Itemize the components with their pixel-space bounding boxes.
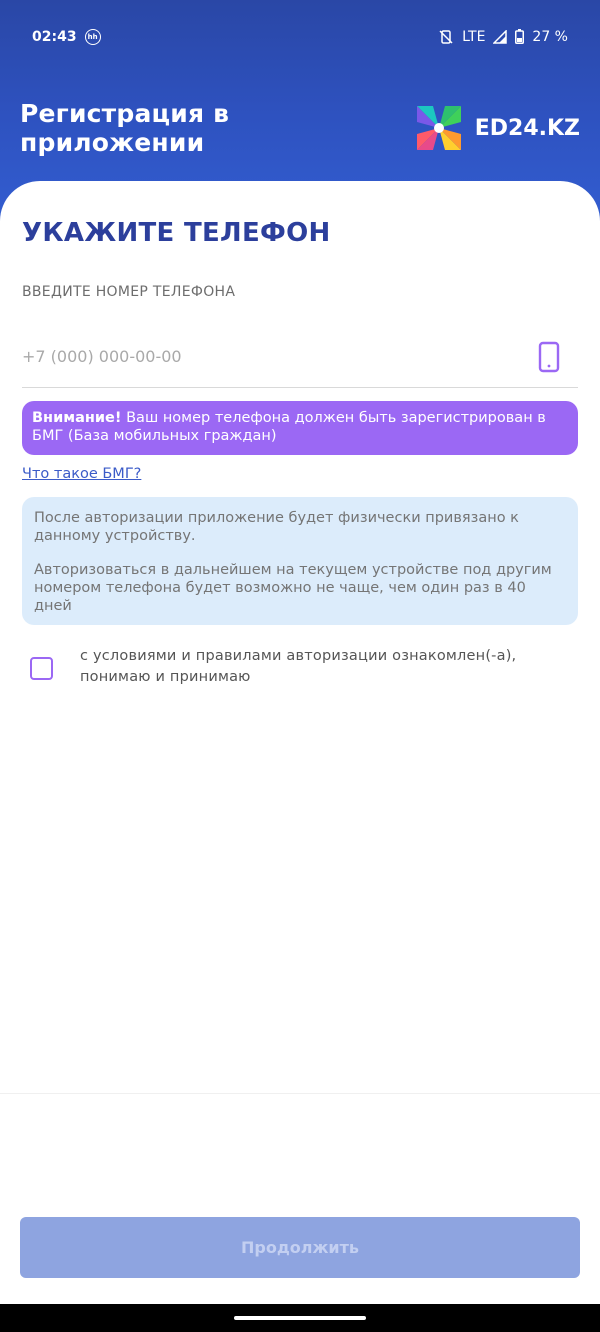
info-paragraph-1: После авторизации приложение будет физич… [34, 510, 519, 544]
battery-level: 27 % [532, 28, 568, 45]
app-header: Регистрация в приложении ED24.KZ [0, 73, 600, 183]
signal-icon [493, 29, 508, 44]
phone-field [22, 326, 578, 388]
continue-button[interactable]: Продолжить [20, 1217, 580, 1278]
warning-label: Внимание! [32, 410, 122, 426]
logo-text: ED24.KZ [474, 115, 580, 141]
system-nav-bar [0, 1304, 600, 1332]
status-time: 02:43 [32, 28, 77, 45]
info-paragraph-2: Авторизоваться в дальнейшем на текущем у… [34, 562, 552, 614]
network-type: LTE [462, 28, 486, 45]
status-bar: 02:43 hh LTE 27 % [0, 0, 600, 73]
terms-checkbox[interactable] [30, 657, 53, 680]
hh-notification-icon: hh [84, 28, 101, 45]
phone-label: ВВЕДИТЕ НОМЕР ТЕЛЕФОНА [22, 284, 236, 300]
terms-agreement[interactable]: с условиями и правилами авторизации озна… [30, 646, 570, 688]
brand-logo: ED24.KZ [413, 102, 580, 154]
page-title: Регистрация в приложении [20, 99, 230, 157]
bmg-warning-banner: Внимание! Ваш номер телефона должен быть… [22, 401, 578, 455]
status-right: LTE 27 % [438, 29, 568, 45]
status-left: 02:43 hh [32, 28, 101, 45]
what-is-bmg-link[interactable]: Что такое БМГ? [22, 466, 141, 482]
terms-text: с условиями и правилами авторизации озна… [80, 648, 517, 685]
home-gesture-handle[interactable] [234, 1316, 366, 1320]
phone-input[interactable] [22, 347, 502, 366]
divider [0, 1093, 600, 1094]
pinwheel-logo-icon [416, 106, 461, 150]
vibrate-off-icon [439, 29, 453, 44]
form-title: УКАЖИТЕ ТЕЛЕФОН [22, 218, 331, 248]
battery-charging-icon [515, 29, 525, 44]
registration-card: УКАЖИТЕ ТЕЛЕФОН ВВЕДИТЕ НОМЕР ТЕЛЕФОНА В… [0, 181, 600, 1304]
device-binding-info: После авторизации приложение будет физич… [22, 497, 578, 625]
smartphone-icon [538, 341, 560, 372]
